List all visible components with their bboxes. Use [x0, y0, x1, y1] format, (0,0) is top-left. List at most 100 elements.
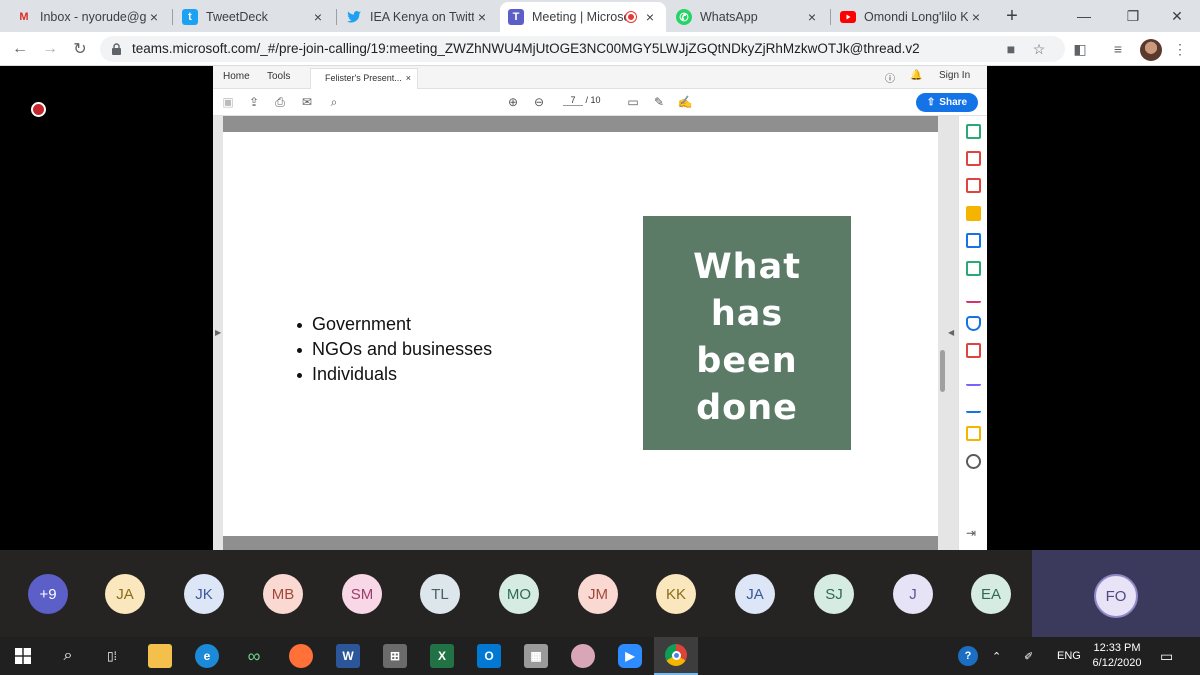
email-icon[interactable]: ✉	[299, 94, 315, 110]
system-clock[interactable]: 12:33 PM 6/12/2020	[1086, 641, 1148, 671]
close-icon[interactable]: ×	[642, 9, 658, 25]
gmail-icon: M	[19, 11, 29, 23]
create-pdf-icon[interactable]	[966, 151, 981, 166]
participant-avatar[interactable]: JK	[184, 574, 224, 614]
comment-icon[interactable]: ▭	[625, 94, 641, 110]
participant-avatar[interactable]: JA	[735, 574, 775, 614]
help-icon[interactable]: ⓘ	[885, 70, 895, 85]
meeting-stage: Home Tools Felister's Present... × ⓘ 🔔 S…	[0, 66, 1200, 550]
edit-pdf-icon[interactable]	[966, 178, 981, 193]
export-pdf-icon[interactable]	[966, 124, 981, 139]
bell-icon[interactable]: 🔔	[910, 70, 922, 81]
document-tab[interactable]: Felister's Present... ×	[310, 68, 418, 89]
sign-icon[interactable]: ✍	[677, 94, 693, 110]
menu-tools[interactable]: Tools	[267, 71, 290, 82]
extension-icon[interactable]: ◧	[1070, 39, 1090, 59]
page-down-icon[interactable]: ⊖	[531, 94, 547, 110]
url-text: teams.microsoft.com/_#/pre-join-calling/…	[132, 41, 920, 56]
more-tools-icon[interactable]	[966, 454, 981, 469]
file-explorer-icon[interactable]	[148, 644, 172, 668]
upload-icon[interactable]: ⇪	[246, 94, 262, 110]
minimize-icon[interactable]: —	[1061, 0, 1107, 32]
close-icon[interactable]: ×	[474, 9, 490, 25]
participant-avatar[interactable]: KK	[656, 574, 696, 614]
firefox-icon[interactable]	[289, 644, 313, 668]
fill-sign-icon[interactable]	[966, 288, 981, 303]
sign-in-link[interactable]: Sign In	[939, 70, 970, 81]
infinity-app-icon[interactable]: ∞	[242, 644, 266, 668]
collapse-pane-icon[interactable]: ⇥	[966, 526, 981, 541]
participant-avatar[interactable]: EA	[971, 574, 1011, 614]
collapse-left-icon[interactable]: ▶	[215, 328, 221, 337]
reload-icon[interactable]: ↻	[68, 37, 92, 61]
participant-avatar[interactable]: MO	[499, 574, 539, 614]
participant-avatar[interactable]: SM	[342, 574, 382, 614]
zoom-icon[interactable]: ▶	[618, 644, 642, 668]
participant-avatar[interactable]: J	[893, 574, 933, 614]
outlook-icon[interactable]: O	[477, 644, 501, 668]
share-button[interactable]: ⇧ Share	[916, 93, 978, 112]
save-icon[interactable]: ▣	[220, 94, 236, 110]
compress-icon[interactable]	[966, 343, 981, 358]
language-indicator[interactable]: ENG	[1057, 637, 1081, 675]
comment-tool-icon[interactable]	[966, 206, 981, 221]
participant-avatar[interactable]: MB	[263, 574, 303, 614]
tab-teams-meeting[interactable]: T Meeting | Microso ×	[500, 2, 666, 32]
restore-icon[interactable]: ❐	[1110, 0, 1156, 32]
print-icon[interactable]: ⎙	[272, 94, 288, 110]
tab-gmail[interactable]: M Inbox - nyorude@gm ×	[8, 2, 170, 32]
forward-icon[interactable]: →	[38, 37, 62, 61]
search-icon[interactable]: ⌕	[326, 94, 342, 110]
search-icon[interactable]: ⌕	[56, 644, 80, 668]
menu-home[interactable]: Home	[223, 71, 250, 82]
collapse-right-icon[interactable]: ◀	[948, 328, 954, 337]
tab-youtube[interactable]: Omondi Long'lilo Ko ×	[832, 2, 992, 32]
pen-tray-icon[interactable]: ✐	[1024, 637, 1033, 675]
help-tray-icon[interactable]: ?	[958, 637, 978, 675]
participant-avatar[interactable]: SJ	[814, 574, 854, 614]
back-icon[interactable]: ←	[8, 37, 32, 61]
combine-icon[interactable]	[966, 233, 981, 248]
address-bar[interactable]: teams.microsoft.com/_#/pre-join-calling/…	[100, 36, 1065, 62]
new-tab-button[interactable]: +	[1002, 6, 1022, 26]
profile-avatar[interactable]	[1140, 39, 1162, 61]
close-icon[interactable]: ×	[968, 9, 984, 25]
snipping-tool-icon[interactable]	[571, 644, 595, 668]
close-icon[interactable]: ×	[146, 9, 162, 25]
send-track-icon[interactable]	[966, 426, 981, 441]
media-icon[interactable]: ≡	[1108, 39, 1128, 59]
word-icon[interactable]: W	[336, 644, 360, 668]
send-sign-icon[interactable]	[966, 398, 981, 413]
store-icon[interactable]: ⊞	[383, 644, 407, 668]
notification-icon[interactable]: ▭	[1160, 637, 1173, 675]
window-close-icon[interactable]: ✕	[1154, 0, 1200, 32]
calculator-icon[interactable]: ▦	[524, 644, 548, 668]
close-icon[interactable]: ×	[406, 73, 411, 83]
page-up-icon[interactable]: ⊕	[505, 94, 521, 110]
star-icon[interactable]: ☆	[1030, 40, 1048, 58]
task-view-icon[interactable]: ▯⁞	[100, 644, 124, 668]
pen-icon[interactable]: ✎	[651, 94, 667, 110]
protect-icon[interactable]	[966, 316, 981, 331]
camera-icon[interactable]: ■	[1002, 40, 1020, 58]
tab-whatsapp[interactable]: ✆ WhatsApp ×	[668, 2, 828, 32]
close-icon[interactable]: ×	[310, 9, 326, 25]
menu-icon[interactable]: ⋮	[1170, 39, 1190, 59]
participant-avatar[interactable]: JA	[105, 574, 145, 614]
tab-iea-kenya[interactable]: IEA Kenya on Twitter ×	[338, 2, 498, 32]
participant-avatar[interactable]: TL	[420, 574, 460, 614]
more-participants-badge[interactable]: +9	[28, 574, 68, 614]
organize-icon[interactable]	[966, 261, 981, 276]
chevron-up-icon[interactable]: ⌃	[992, 637, 1001, 675]
chrome-taskbar-button[interactable]	[654, 637, 698, 675]
excel-icon[interactable]: X	[430, 644, 454, 668]
participant-avatar[interactable]: JM	[578, 574, 618, 614]
page-current-input[interactable]: 7	[563, 95, 583, 106]
close-icon[interactable]: ×	[804, 9, 820, 25]
scrollbar-thumb[interactable]	[940, 350, 945, 392]
edge-icon[interactable]: e	[195, 644, 219, 668]
windows-start-icon[interactable]	[11, 644, 35, 668]
tab-tweetdeck[interactable]: t TweetDeck ×	[174, 2, 334, 32]
self-avatar[interactable]: FO	[1094, 574, 1138, 618]
request-signature-icon[interactable]	[966, 371, 981, 386]
